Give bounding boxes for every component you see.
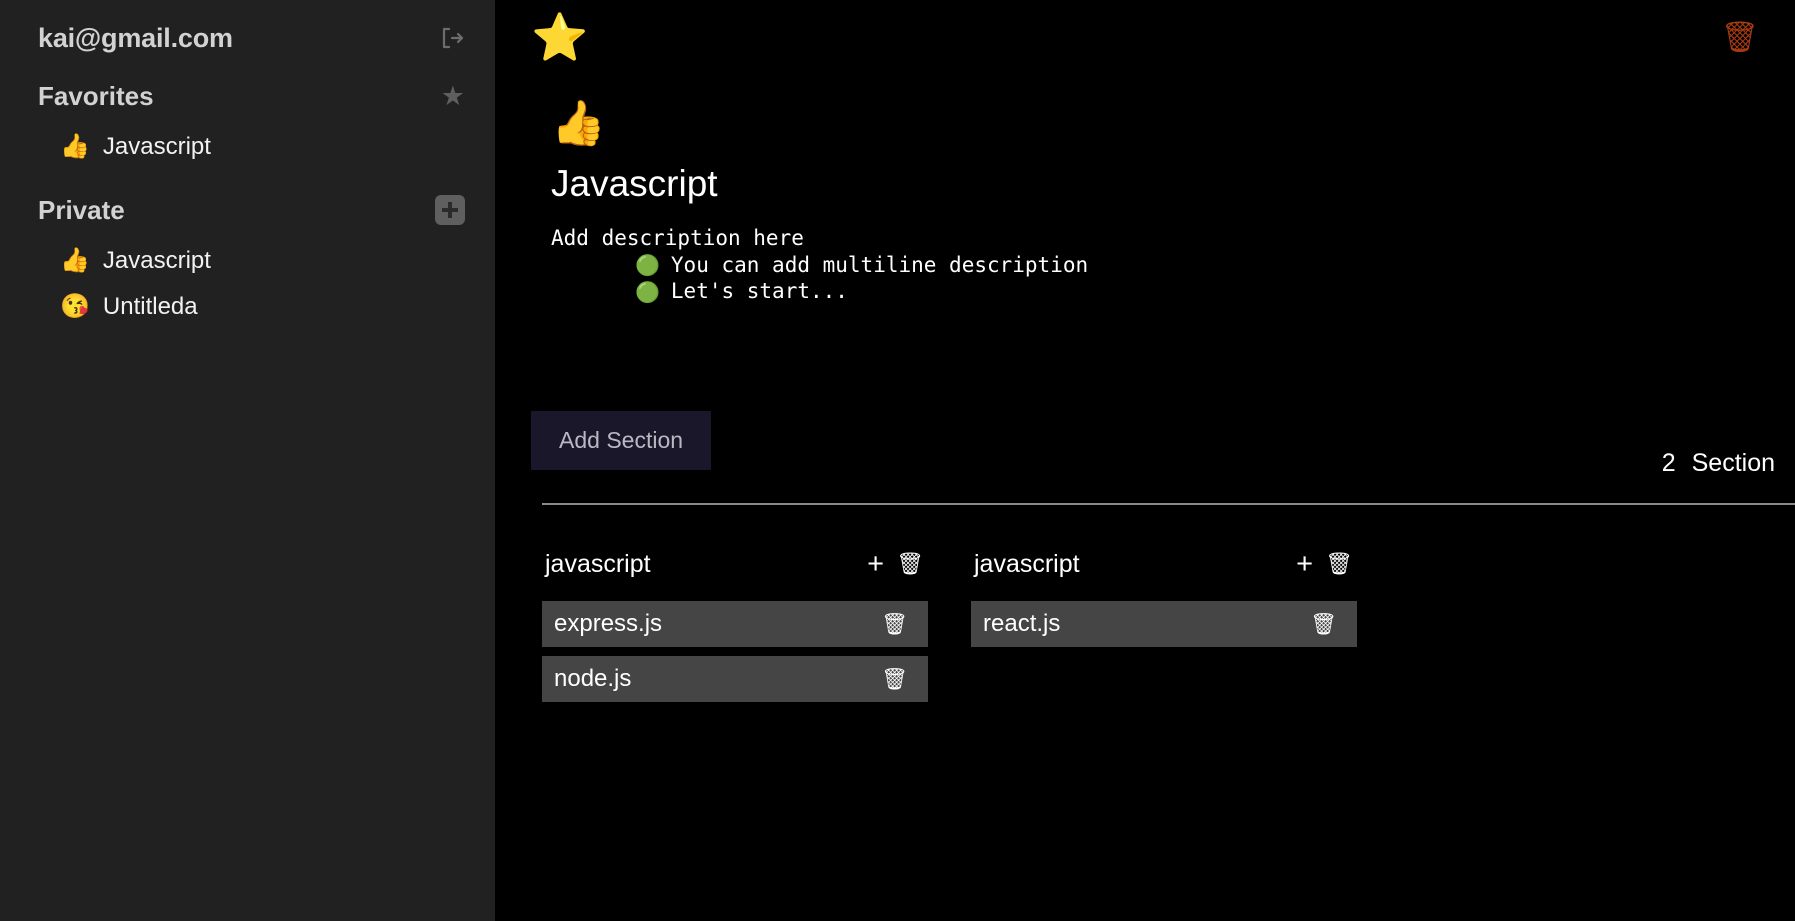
favorite-star-icon[interactable]: ⭐ <box>531 14 588 60</box>
delete-section-icon[interactable]: 🗑 <box>896 553 928 575</box>
document-header: 👍 Javascript Add description here 🟢 You … <box>495 74 1795 305</box>
description-bullet-item: 🟢 You can add multiline description <box>551 252 1795 279</box>
thumbs-up-icon: 👍 <box>60 247 90 274</box>
account-email: kai@gmail.com <box>38 22 233 53</box>
add-section-row: Add Section 2 Section <box>495 411 1795 477</box>
section-title[interactable]: javascript <box>545 550 855 579</box>
kissing-face-icon: 😘 <box>60 293 90 320</box>
task-row[interactable]: express.js 🗑 <box>542 601 928 648</box>
document-toolbar: ⭐ 🗑 <box>495 0 1795 74</box>
document-emoji-icon[interactable]: 👍 <box>551 102 606 146</box>
section-count-label: Section <box>1691 449 1775 478</box>
delete-task-icon[interactable]: 🗑 <box>881 614 908 635</box>
section-header: javascript + 🗑 <box>542 543 928 585</box>
star-icon[interactable]: ★ <box>441 82 465 110</box>
add-task-icon[interactable]: + <box>855 549 896 579</box>
task-list: express.js 🗑 node.js 🗑 <box>542 601 928 703</box>
app-root: kai@gmail.com Favorites ★ 👍 Javascript P… <box>0 0 1795 921</box>
task-label: node.js <box>554 665 632 693</box>
delete-page-icon[interactable]: 🗑 <box>1721 23 1759 53</box>
add-section-button[interactable]: Add Section <box>531 411 712 471</box>
favorites-heading-row: Favorites ★ <box>0 68 495 124</box>
task-row[interactable]: react.js 🗑 <box>971 601 1357 648</box>
sidebar-item-label: Javascript <box>102 247 211 274</box>
delete-task-icon[interactable]: 🗑 <box>881 669 908 690</box>
page-title[interactable]: Javascript <box>551 163 1795 205</box>
sidebar-item-private-untitleda[interactable]: 😘 Untitleda <box>0 284 495 330</box>
account-row: kai@gmail.com <box>0 8 495 68</box>
description-bullet-list: 🟢 You can add multiline description 🟢 Le… <box>551 252 1795 306</box>
add-task-icon[interactable]: + <box>1284 549 1325 579</box>
section-column: javascript + 🗑 express.js 🗑 node.js 🗑 <box>542 543 928 711</box>
green-circle-icon: 🟢 <box>635 253 660 277</box>
sidebar: kai@gmail.com Favorites ★ 👍 Javascript P… <box>0 0 495 921</box>
task-label: express.js <box>554 610 663 638</box>
sidebar-item-label: Javascript <box>102 133 211 160</box>
description-bullet-text: Let's start... <box>670 279 848 304</box>
sidebar-item-favorite-javascript[interactable]: 👍 Javascript <box>0 124 495 170</box>
section-count-number: 2 <box>1661 449 1676 478</box>
private-list: 👍 Javascript 😘 Untitleda <box>0 238 495 330</box>
sidebar-item-label: Untitleda <box>102 293 198 320</box>
private-heading-row: Private <box>0 182 495 238</box>
task-list: react.js 🗑 <box>971 601 1357 648</box>
description-bullet-text: You can add multiline description <box>670 252 1089 277</box>
task-label: react.js <box>983 610 1061 638</box>
delete-section-icon[interactable]: 🗑 <box>1325 553 1357 575</box>
section-title[interactable]: javascript <box>974 550 1284 579</box>
section-count: 2 Section <box>1662 449 1785 478</box>
green-circle-icon: 🟢 <box>635 279 660 304</box>
private-label: Private <box>38 194 125 225</box>
section-column: javascript + 🗑 react.js 🗑 <box>971 543 1357 656</box>
sidebar-item-private-javascript[interactable]: 👍 Javascript <box>0 238 495 284</box>
delete-task-icon[interactable]: 🗑 <box>1310 614 1337 635</box>
description-bullet-item: 🟢 Let's start... <box>551 278 1795 305</box>
section-header: javascript + 🗑 <box>971 543 1357 585</box>
thumbs-up-icon: 👍 <box>60 133 90 160</box>
sections-container: javascript + 🗑 express.js 🗑 node.js 🗑 ja… <box>495 505 1795 711</box>
favorites-label: Favorites <box>38 80 154 111</box>
document-description[interactable]: Add description here 🟢 You can add multi… <box>551 225 1795 306</box>
task-row[interactable]: node.js 🗑 <box>542 656 928 703</box>
logout-icon[interactable] <box>439 25 465 51</box>
main-content: ⭐ 🗑 👍 Javascript Add description here 🟢 … <box>495 0 1795 921</box>
plus-square-icon[interactable] <box>435 195 465 225</box>
description-line: Add description here <box>551 225 804 250</box>
favorites-list: 👍 Javascript <box>0 124 495 170</box>
